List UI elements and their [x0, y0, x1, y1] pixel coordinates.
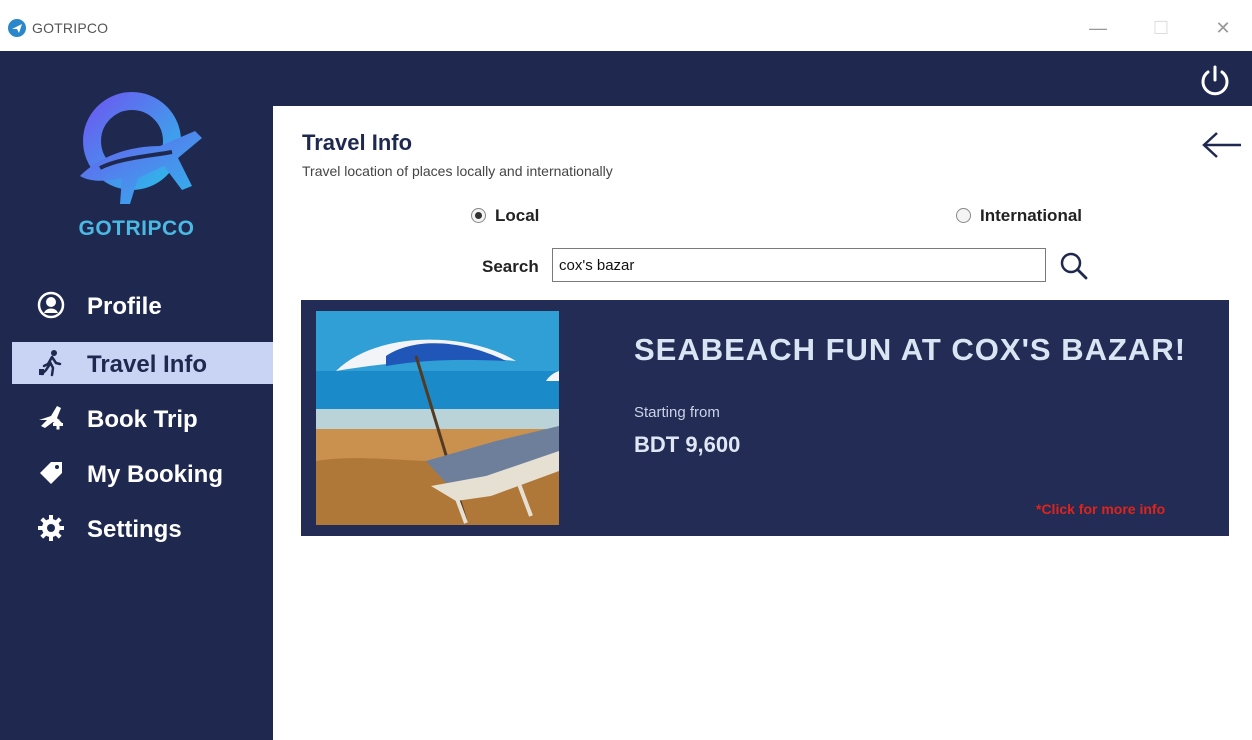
window-title: GOTRIPCO	[32, 20, 109, 36]
sidebar-item-book-trip[interactable]: Book Trip	[12, 397, 273, 439]
card-price: BDT 9,600	[634, 432, 741, 457]
beach-photo	[316, 311, 559, 525]
sidebar-item-label: Travel Info	[87, 351, 208, 378]
gear-icon	[38, 515, 64, 541]
sidebar-item-travel-info[interactable]: Travel Info	[12, 342, 273, 384]
card-starting-label: Starting from	[634, 404, 720, 421]
page-title: Travel Info	[302, 130, 413, 155]
radio-unselected[interactable]	[956, 208, 971, 223]
hiker-icon	[39, 350, 62, 377]
search-icon[interactable]	[1059, 251, 1089, 281]
card-title: SEABEACH FUN AT COX'S BAZAR!	[634, 332, 1187, 367]
international-radio-label: International	[980, 206, 1083, 225]
destination-card[interactable]: SEABEACH FUN AT COX'S BAZAR! Starting fr…	[301, 300, 1229, 536]
maximize-button[interactable]: ☐	[1146, 14, 1176, 42]
gotripco-logo	[80, 92, 202, 204]
sidebar: GOTRIPCO Profile Travel Info Book Trip M…	[0, 51, 273, 740]
local-radio-label: Local	[495, 206, 540, 225]
search-input[interactable]	[552, 248, 1046, 282]
search-label: Search	[482, 257, 539, 276]
minimize-button[interactable]: —	[1083, 14, 1113, 42]
power-icon[interactable]	[1198, 64, 1232, 98]
back-arrow-icon[interactable]	[1201, 130, 1243, 160]
radio-selected[interactable]	[471, 208, 486, 223]
more-info-link[interactable]: *Click for more info	[1036, 501, 1165, 517]
profile-icon	[37, 291, 65, 319]
sidebar-item-label: Settings	[87, 516, 182, 543]
sidebar-item-my-booking[interactable]: My Booking	[12, 452, 273, 494]
brand-name: GOTRIPCO	[78, 217, 195, 240]
page-subtitle: Travel location of places locally and in…	[302, 163, 613, 179]
local-radio[interactable]: Local	[471, 205, 561, 227]
sidebar-item-profile[interactable]: Profile	[12, 284, 273, 326]
main-panel: Travel Info Travel location of places lo…	[273, 106, 1252, 740]
plane-plus-icon	[39, 406, 63, 430]
title-bar: GOTRIPCO — ☐ ✕	[0, 0, 1252, 51]
international-radio[interactable]: International	[956, 205, 1106, 227]
sidebar-item-label: My Booking	[87, 461, 223, 488]
airplane-icon	[8, 19, 26, 37]
tag-icon	[40, 462, 62, 484]
app-window: GOTRIPCO — ☐ ✕ GOTRIPCO Profile Travel I…	[0, 0, 1252, 740]
sidebar-item-label: Profile	[87, 293, 162, 320]
sidebar-item-label: Book Trip	[87, 406, 198, 433]
sidebar-item-settings[interactable]: Settings	[12, 507, 273, 549]
close-button[interactable]: ✕	[1208, 14, 1238, 42]
